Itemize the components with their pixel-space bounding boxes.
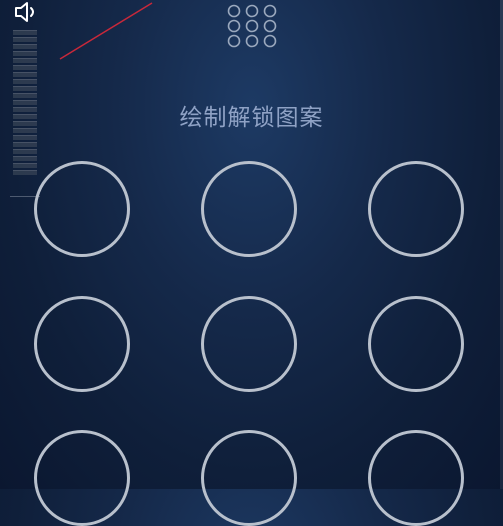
pattern-node-3[interactable] xyxy=(368,161,464,257)
pattern-node-5[interactable] xyxy=(201,296,297,392)
volume-segment xyxy=(13,65,37,70)
volume-segment xyxy=(13,156,37,161)
volume-segment xyxy=(13,79,37,84)
volume-segment xyxy=(13,135,37,140)
volume-segment xyxy=(13,149,37,154)
pattern-node-9[interactable] xyxy=(368,430,464,526)
volume-segment xyxy=(13,30,37,35)
volume-segment xyxy=(13,72,37,77)
volume-segment xyxy=(13,170,37,175)
pattern-grid-icon xyxy=(227,4,277,48)
speaker-icon[interactable] xyxy=(13,1,39,23)
pattern-node-7[interactable] xyxy=(34,430,130,526)
pattern-node-8[interactable] xyxy=(201,430,297,526)
volume-segment xyxy=(13,86,37,91)
volume-segment xyxy=(13,163,37,168)
pattern-node-4[interactable] xyxy=(34,296,130,392)
pattern-node-2[interactable] xyxy=(201,161,297,257)
page-title: 绘制解锁图案 xyxy=(179,105,324,131)
pattern-node-1[interactable] xyxy=(34,161,130,257)
volume-segment xyxy=(13,37,37,42)
volume-segment xyxy=(13,44,37,49)
volume-segment xyxy=(13,58,37,63)
pattern-node-6[interactable] xyxy=(368,296,464,392)
volume-segment xyxy=(13,142,37,147)
lock-screen: { "header": { "title": "绘制解锁图案" }, "volu… xyxy=(0,0,503,526)
volume-segment xyxy=(13,51,37,56)
